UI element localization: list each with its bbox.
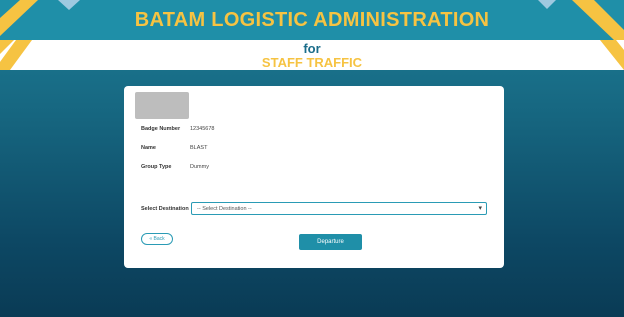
group-type-value: Dummy [190,164,209,170]
subtitle-staff-traffic: STAFF TRAFFIC [261,55,363,70]
name-label: Name [141,145,156,151]
header-banner: BATAM LOGISTIC ADMINISTRATION [0,0,624,40]
back-button[interactable]: « Back [141,233,173,245]
badge-number-value: 12345678 [190,126,215,132]
select-destination-label: Select Destination [141,206,189,212]
chevron-down-icon: ▾ [478,205,482,212]
subtitle-for: for [303,41,321,56]
staff-card: Badge Number 12345678 Name BLAST Group T… [124,86,504,268]
avatar [135,92,189,119]
page-title: BATAM LOGISTIC ADMINISTRATION [134,9,490,31]
group-type-label: Group Type [141,164,172,170]
destination-select[interactable]: -- Select Destination -- ▾ [191,202,487,215]
departure-button[interactable]: Departure [299,234,362,250]
badge-number-label: Badge Number [141,126,181,132]
name-value: BLAST [190,145,208,151]
destination-select-value: -- Select Destination -- [197,206,252,212]
